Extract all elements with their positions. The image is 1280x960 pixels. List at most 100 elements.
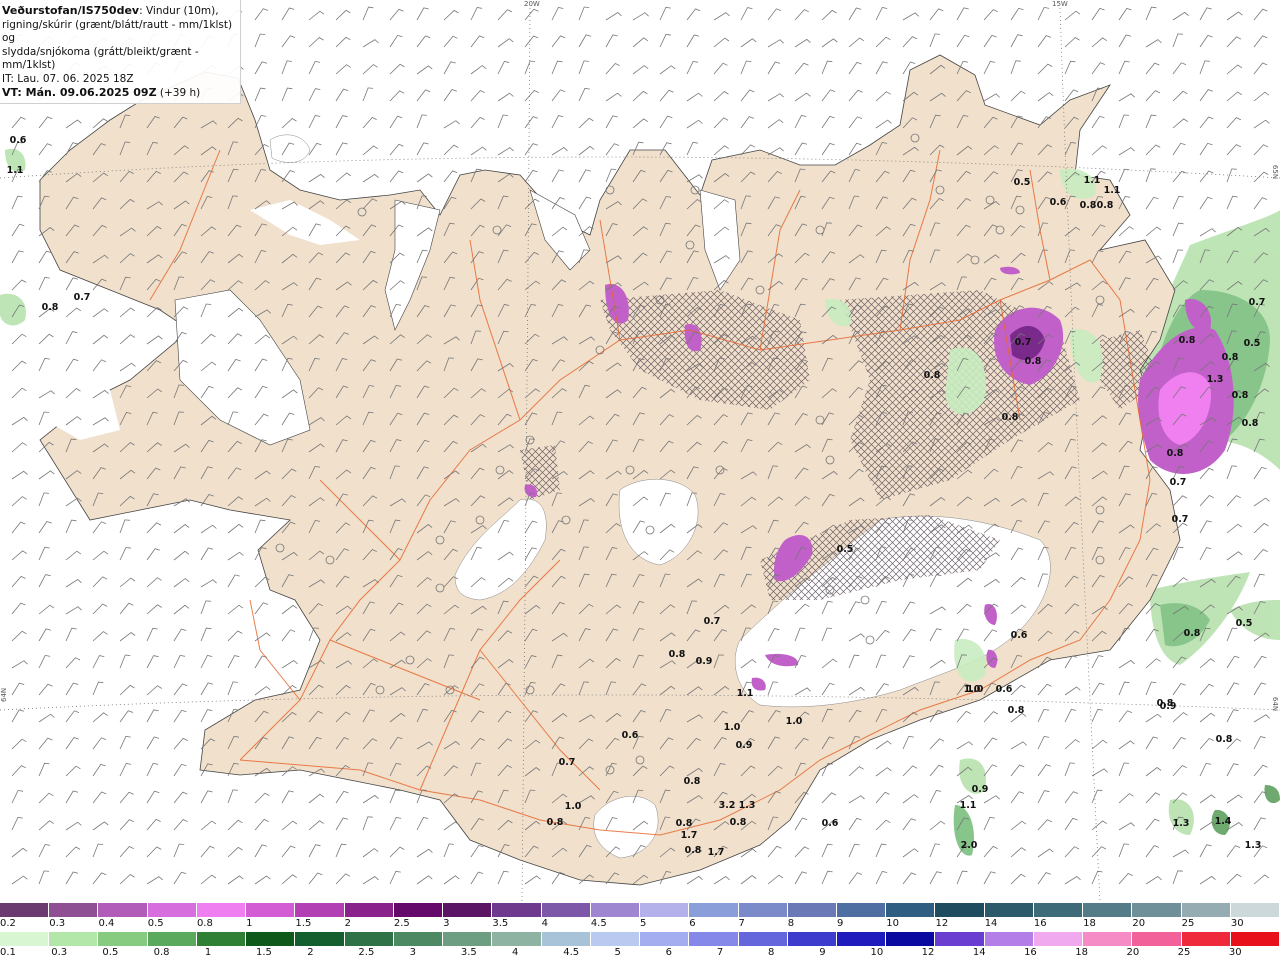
precip-value-label: 0.5 bbox=[1236, 618, 1253, 629]
precip-value-label: 0.6 bbox=[996, 684, 1013, 695]
legend-swatch bbox=[640, 903, 690, 917]
legend-swatch bbox=[344, 932, 394, 946]
legend-swatch bbox=[836, 903, 887, 917]
legend-swatch bbox=[1230, 932, 1280, 946]
legend-swatch bbox=[689, 903, 739, 917]
legend-label: 0.5 bbox=[102, 947, 119, 958]
legend-label: 5 bbox=[614, 947, 621, 958]
legend-label: 14 bbox=[984, 918, 998, 929]
legend-label: 3 bbox=[443, 918, 450, 929]
legend-label: 6 bbox=[689, 918, 696, 929]
legend-swatch bbox=[640, 932, 690, 946]
legend-label: 20 bbox=[1132, 918, 1146, 929]
legend-swatch bbox=[49, 903, 99, 917]
precip-value-label: 0.8 bbox=[1025, 356, 1042, 367]
precip-value-label: 0.6 bbox=[10, 135, 27, 146]
legend-swatch bbox=[1181, 932, 1231, 946]
legend-label: 12 bbox=[921, 947, 935, 958]
legend-swatch bbox=[246, 903, 296, 917]
legend-swatch bbox=[0, 903, 50, 917]
precip-value-label: 1.7 bbox=[681, 830, 698, 841]
legend-label: 0.8 bbox=[153, 947, 170, 958]
legend-label: 16 bbox=[1033, 918, 1047, 929]
precip-value-label: 0.6 bbox=[1011, 630, 1028, 641]
legend-swatch bbox=[541, 903, 591, 917]
lat-label-right-bottom: 64N bbox=[1271, 696, 1280, 712]
precip-value-label: 0.8 bbox=[1242, 418, 1259, 429]
precip-value-label: 0.8 bbox=[1008, 705, 1025, 716]
legend-swatch bbox=[393, 903, 444, 917]
legend-label: 14 bbox=[972, 947, 986, 958]
legend-swatch bbox=[1230, 903, 1280, 917]
legend-label: 30 bbox=[1228, 947, 1242, 958]
precip-value-label: 0.7 bbox=[1170, 477, 1187, 488]
precip-value-label: 3.2 bbox=[719, 800, 736, 811]
legend-label: 7 bbox=[738, 918, 745, 929]
legend-swatch bbox=[196, 903, 247, 917]
legend-swatch bbox=[246, 932, 296, 946]
precip-value-label: 0.5 bbox=[1244, 338, 1261, 349]
legend-swatch bbox=[541, 932, 591, 946]
precip-value-label: 0.6 bbox=[622, 730, 639, 741]
precip-value-label: 1.1 bbox=[1104, 185, 1121, 196]
legend-label: 5 bbox=[640, 918, 647, 929]
lead-time: (+39 h) bbox=[159, 87, 201, 99]
valid-time: VT: Mán. 09.06.2025 09Z bbox=[2, 86, 157, 99]
precip-value-label: 0.7 bbox=[1015, 337, 1032, 348]
precip-value-label: 0.7 bbox=[1172, 514, 1189, 525]
legend-label: 0.5 bbox=[147, 918, 164, 929]
precip-value-label: 1.3 bbox=[739, 800, 756, 811]
legend-label: 30 bbox=[1230, 918, 1244, 929]
legend-swatch bbox=[295, 903, 345, 917]
legend-label: 4 bbox=[512, 947, 519, 958]
precip-value-label: 1.1 bbox=[1084, 175, 1101, 186]
legend-label: 1.5 bbox=[295, 918, 312, 929]
legend-swatch bbox=[443, 932, 493, 946]
legend-label: 25 bbox=[1177, 947, 1191, 958]
legend-label: 1 bbox=[204, 947, 212, 958]
legend-swatch bbox=[98, 932, 148, 946]
precip-value-label: 1.1 bbox=[737, 688, 754, 699]
legend-swatch bbox=[590, 903, 641, 917]
lon-label-15w: 15W bbox=[1052, 0, 1068, 8]
precip-value-label: 0.8 bbox=[669, 649, 686, 660]
precip-value-label: 1.3 bbox=[1173, 818, 1190, 829]
legend-label: 3.5 bbox=[460, 947, 477, 958]
precip-value-label: 1.4 bbox=[1215, 816, 1232, 827]
precip-value-label: 0.8 bbox=[1216, 734, 1233, 745]
variable-desc: : Vindur (10m), bbox=[139, 5, 219, 17]
legend-swatch bbox=[344, 903, 394, 917]
legend-swatch bbox=[1132, 903, 1182, 917]
precip-value-label: 0.9 bbox=[736, 740, 753, 751]
precip-value-label: 0.8 bbox=[684, 776, 701, 787]
precip-value-label: 0.7 bbox=[1249, 297, 1266, 308]
precip-value-label: 1.7 bbox=[708, 847, 725, 858]
precip-value-label: 1.0 bbox=[786, 716, 803, 727]
precip-value-label: 0.8 bbox=[42, 302, 59, 313]
precip-value-label: 1.1 bbox=[7, 165, 24, 176]
snow-colorbar-labels: 0.2 0.3 0.4 0.5 0.8 1 1.5 2 2.5 3 3.5 4 4.5 5 6 7 8 9 10 12… bbox=[0, 918, 1280, 930]
precip-value-label: 0.8 bbox=[1157, 698, 1174, 709]
precip-value-label: 0.5 bbox=[837, 544, 854, 555]
legend-label: 0.2 bbox=[0, 918, 16, 929]
legend-label: 4.5 bbox=[563, 947, 580, 958]
legend-label: 8 bbox=[787, 918, 795, 929]
lat-label-left: 64N bbox=[0, 687, 8, 702]
precip-value-label: 0.8 bbox=[1167, 448, 1184, 459]
legend-label: 3.5 bbox=[492, 918, 509, 929]
legend-label: 2 bbox=[344, 918, 352, 929]
precip-value-label: 0.8 bbox=[1097, 200, 1114, 211]
legend-swatch bbox=[393, 932, 444, 946]
legend-swatch bbox=[886, 932, 936, 946]
legend-label: 1 bbox=[246, 918, 253, 929]
precip-value-label: 0.8 bbox=[1232, 390, 1249, 401]
legend-swatch bbox=[836, 932, 887, 946]
legend-label: 10 bbox=[886, 918, 899, 929]
precip-value-label: 0.8 bbox=[1222, 352, 1239, 363]
legend-label: 1.5 bbox=[256, 947, 272, 958]
legend-label: 9 bbox=[836, 918, 844, 929]
map-title-box: Veðurstofan/IS750dev: Vindur (10m), rign… bbox=[0, 0, 241, 104]
legend-label: 10 bbox=[870, 947, 884, 958]
legend-label: 2.5 bbox=[358, 947, 375, 958]
legend-swatch bbox=[738, 903, 788, 917]
